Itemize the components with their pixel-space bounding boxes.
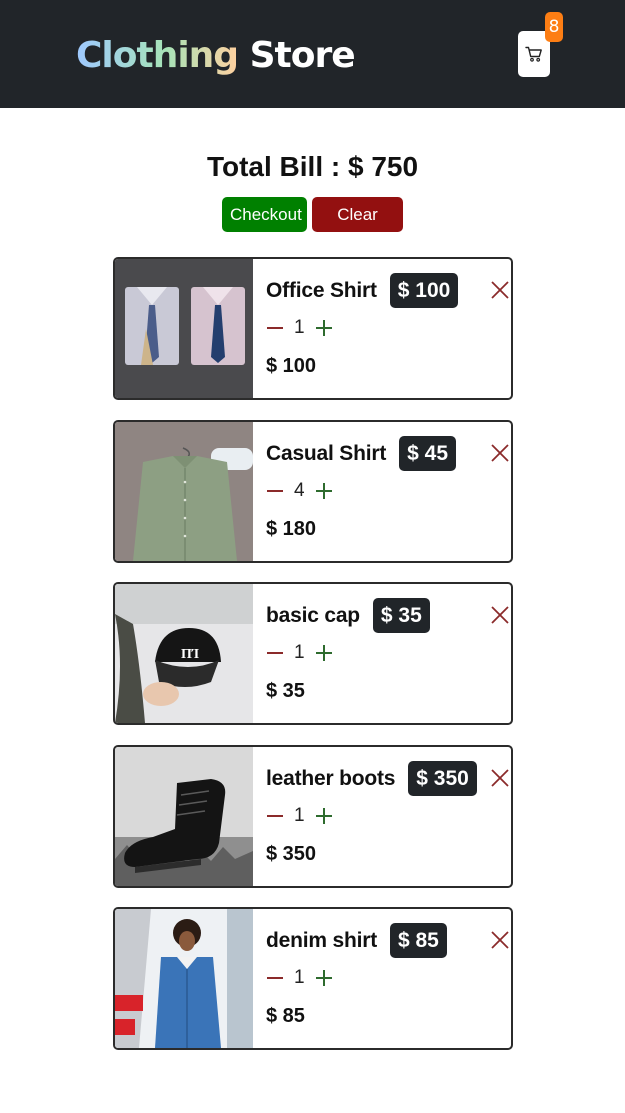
product-image (115, 422, 253, 561)
item-name: basic cap (266, 603, 360, 627)
clear-cart-button[interactable]: Clear Cart (312, 197, 403, 259)
quantity-control: 1 (266, 805, 333, 827)
brand-name-store: Store (238, 35, 356, 76)
minus-icon (267, 977, 283, 979)
shopping-cart-icon (525, 46, 542, 62)
item-header: leather boots $ 350 (266, 761, 477, 796)
decrease-quantity-button[interactable] (266, 807, 284, 825)
plus-icon (315, 320, 332, 336)
product-image: ΠΊ (115, 584, 253, 723)
close-icon (491, 769, 509, 787)
item-subtotal: $ 100 (266, 355, 317, 377)
product-image (115, 259, 253, 398)
item-quantity: 1 (294, 805, 305, 826)
cart-item-card: Office Shirt $ 100 1 $ 100 (113, 257, 513, 400)
decrease-quantity-button[interactable] (266, 482, 284, 500)
decrease-quantity-button[interactable] (266, 319, 284, 337)
remove-item-button[interactable] (491, 769, 509, 787)
remove-item-button[interactable] (491, 931, 509, 949)
item-header: denim shirt $ 85 (266, 923, 447, 958)
cart-count-badge: 8 (545, 12, 563, 42)
close-icon (491, 281, 509, 299)
navbar: Clothing Store 8 (0, 0, 625, 108)
item-name: denim shirt (266, 928, 377, 952)
remove-item-button[interactable] (491, 281, 509, 299)
quantity-control: 4 (266, 480, 333, 502)
cart-item-details: basic cap $ 35 1 $ 35 (266, 584, 511, 723)
cart-item-details: denim shirt $ 85 1 $ 85 (266, 909, 511, 1048)
item-price-badge: $ 350 (408, 761, 477, 796)
remove-item-button[interactable] (491, 606, 509, 624)
item-subtotal: $ 350 (266, 843, 317, 865)
item-header: basic cap $ 35 (266, 598, 430, 633)
quantity-control: 1 (266, 317, 333, 339)
cart-item-card: Casual Shirt $ 45 4 $ 180 (113, 420, 513, 563)
svg-text:ΠΊ: ΠΊ (181, 647, 199, 662)
product-image (115, 909, 253, 1048)
checkout-button[interactable]: Checkout (222, 197, 307, 232)
brand-logo[interactable]: Clothing Store (76, 34, 356, 78)
cart-item-details: Office Shirt $ 100 1 $ 100 (266, 259, 511, 398)
cart-item-card: leather boots $ 350 1 $ 350 (113, 745, 513, 888)
item-subtotal: $ 180 (266, 518, 317, 540)
product-image (115, 747, 253, 886)
increase-quantity-button[interactable] (315, 969, 333, 987)
increase-quantity-button[interactable] (315, 482, 333, 500)
item-price-badge: $ 35 (372, 598, 430, 633)
item-quantity: 1 (294, 317, 305, 338)
increase-quantity-button[interactable] (315, 319, 333, 337)
item-price-badge: $ 85 (389, 923, 447, 958)
cart-item-card: denim shirt $ 85 1 $ 85 (113, 907, 513, 1050)
quantity-control: 1 (266, 642, 333, 664)
minus-icon (267, 490, 283, 492)
total-bill: Total Bill : $ 750 (206, 151, 419, 182)
item-header: Office Shirt $ 100 (266, 273, 459, 308)
plus-icon (315, 645, 332, 661)
close-icon (491, 444, 509, 462)
cart-item-details: leather boots $ 350 1 $ 350 (266, 747, 511, 886)
plus-icon (315, 808, 332, 824)
item-subtotal: $ 35 (266, 680, 305, 702)
minus-icon (267, 327, 283, 329)
plus-icon (315, 483, 332, 499)
item-name: leather boots (266, 766, 396, 790)
increase-quantity-button[interactable] (315, 807, 333, 825)
cart-actions: Checkout Clear Cart (222, 197, 403, 259)
plus-icon (315, 970, 332, 986)
minus-icon (267, 652, 283, 654)
item-name: Casual Shirt (266, 441, 387, 465)
item-quantity: 1 (294, 967, 305, 988)
increase-quantity-button[interactable] (315, 644, 333, 662)
remove-item-button[interactable] (491, 444, 509, 462)
close-icon (491, 606, 509, 624)
item-quantity: 1 (294, 642, 305, 663)
quantity-control: 1 (266, 967, 333, 989)
decrease-quantity-button[interactable] (266, 644, 284, 662)
cart-item-card: ΠΊ basic cap $ 35 1 $ 35 (113, 582, 513, 725)
item-price-badge: $ 100 (389, 273, 459, 308)
item-price-badge: $ 45 (399, 436, 457, 471)
cart-item-details: Casual Shirt $ 45 4 $ 180 (266, 422, 511, 561)
item-subtotal: $ 85 (266, 1005, 305, 1027)
brand-name-clothing: Clothing (76, 35, 239, 76)
minus-icon (267, 815, 283, 817)
item-quantity: 4 (294, 480, 305, 501)
item-header: Casual Shirt $ 45 (266, 436, 457, 471)
close-icon (491, 931, 509, 949)
item-name: Office Shirt (266, 278, 377, 302)
decrease-quantity-button[interactable] (266, 969, 284, 987)
